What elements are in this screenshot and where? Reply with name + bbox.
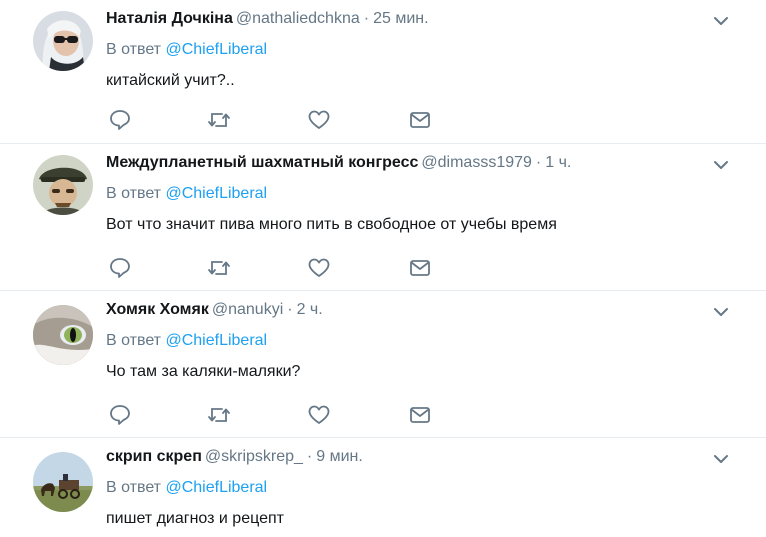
avatar[interactable] [33, 305, 93, 365]
avatar[interactable] [33, 452, 93, 512]
tweet-text: Вот что значит пива много пить в свободн… [106, 216, 557, 233]
reply-prefix: В ответ [106, 41, 162, 58]
reply-context: В ответ @ChiefLiberal [106, 39, 267, 61]
reply-prefix: В ответ [106, 479, 162, 496]
retweet-icon[interactable] [207, 257, 231, 279]
user-handle[interactable]: @skripskrep_ [205, 448, 303, 465]
tweet[interactable]: Межд­упланетный шахматный конгресс @dimas… [0, 144, 766, 291]
tweet-header: Наталія Дочкіна @nathaliedchkna · 25 мин. [106, 8, 429, 30]
reply-icon[interactable] [108, 257, 132, 279]
reply-context: В ответ @ChiefLiberal [106, 477, 267, 499]
user-fullname[interactable]: Наталія Дочкіна [106, 10, 233, 27]
user-fullname[interactable]: Межд­упланетный шахматный конгресс [106, 154, 418, 171]
reply-icon[interactable] [108, 404, 132, 426]
tweet-header: Межд­упланетный шахматный конгресс @dimas… [106, 152, 571, 174]
mention-link[interactable]: @ChiefLiberal [165, 185, 267, 202]
chevron-down-icon[interactable] [712, 303, 730, 321]
reply-prefix: В ответ [106, 332, 162, 349]
reply-context: В ответ @ChiefLiberal [106, 330, 267, 352]
tweet[interactable]: Наталія Дочкіна @nathaliedchkna · 25 мин. В… [0, 0, 766, 144]
reply-context: В ответ @ChiefLiberal [106, 183, 267, 205]
envelope-icon[interactable] [408, 109, 432, 131]
avatar[interactable] [33, 11, 93, 71]
envelope-icon[interactable] [408, 257, 432, 279]
tweet-timestamp[interactable]: 2 ч. [297, 301, 323, 318]
tweet-timestamp[interactable]: 9 мин. [316, 448, 363, 465]
user-fullname[interactable]: скрип скреп [106, 448, 202, 465]
user-handle[interactable]: @dimasss1979 [421, 154, 532, 171]
envelope-icon[interactable] [408, 404, 432, 426]
avatar[interactable] [33, 155, 93, 215]
retweet-icon[interactable] [207, 404, 231, 426]
tweet-text: Чо там за каляки-маляки? [106, 363, 301, 380]
tweet[interactable]: скрип скреп @skripskrep_ · 9 мин. В ответ @… [0, 438, 766, 537]
chevron-down-icon[interactable] [712, 450, 730, 468]
tweet-timestamp[interactable]: 25 мин. [373, 10, 428, 27]
tweet[interactable]: Хомяк Хомяк @nanukyi · 2 ч. В ответ @ChiefL… [0, 291, 766, 438]
reply-prefix: В ответ [106, 185, 162, 202]
mention-link[interactable]: @ChiefLiberal [165, 332, 267, 349]
chevron-down-icon[interactable] [712, 156, 730, 174]
tweet-text: пишет диагноз и рецепт [106, 510, 284, 527]
tweet-text: китайский учит?.. [106, 72, 235, 89]
user-handle[interactable]: @nathaliedchkna [236, 10, 360, 27]
chevron-down-icon[interactable] [712, 12, 730, 30]
reply-icon[interactable] [108, 109, 132, 131]
mention-link[interactable]: @ChiefLiberal [165, 479, 267, 496]
mention-link[interactable]: @ChiefLiberal [165, 41, 267, 58]
tweet-timestamp[interactable]: 1 ч. [545, 154, 571, 171]
heart-icon[interactable] [307, 404, 331, 426]
user-fullname[interactable]: Хомяк Хомяк [106, 301, 209, 318]
user-handle[interactable]: @nanukyi [212, 301, 283, 318]
separator-dot: · [306, 448, 313, 465]
heart-icon[interactable] [307, 257, 331, 279]
heart-icon[interactable] [307, 109, 331, 131]
separator-dot: · [287, 301, 293, 318]
tweet-header: Хомяк Хомяк @nanukyi · 2 ч. [106, 299, 323, 321]
tweet-header: скрип скреп @skripskrep_ · 9 мин. [106, 446, 363, 468]
retweet-icon[interactable] [207, 109, 231, 131]
separator-dot: · [535, 154, 542, 171]
separator-dot: · [363, 10, 370, 27]
